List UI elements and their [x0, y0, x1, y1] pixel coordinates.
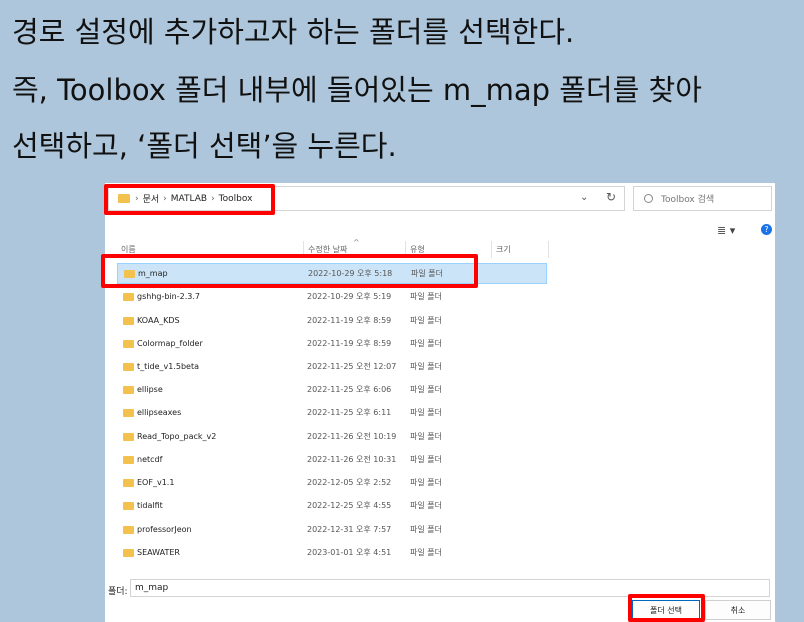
folder-icon: [123, 292, 134, 301]
list-item[interactable]: ellipseaxes 2022-11-25 오후 6:11 파일 폴더: [117, 402, 547, 423]
list-item[interactable]: SEAWATER 2023-01-01 오후 4:51 파일 폴더: [117, 542, 547, 563]
search-input[interactable]: Toolbox 검색: [633, 186, 772, 211]
instruction-line-3: 선택하고, ‘폴더 선택’을 누른다.: [12, 129, 397, 163]
folder-icon: [123, 501, 134, 510]
folder-icon: [123, 525, 134, 534]
chevron-down-icon[interactable]: ⌄: [580, 192, 588, 203]
highlight-breadcrumb: [104, 184, 275, 215]
list-item[interactable]: Read_Topo_pack_v2 2022-11-26 오전 10:19 파일…: [117, 426, 547, 447]
help-icon[interactable]: ?: [761, 224, 772, 235]
folder-icon: [123, 548, 134, 557]
list-item[interactable]: Colormap_folder 2022-11-19 오후 8:59 파일 폴더: [117, 333, 547, 354]
folder-icon: [123, 408, 134, 417]
folder-label: 폴더:: [108, 587, 128, 597]
list-item[interactable]: KOAA_KDS 2022-11-19 오후 8:59 파일 폴더: [117, 310, 547, 331]
cancel-button[interactable]: 취소: [705, 600, 771, 620]
view-options-icon[interactable]: ≣ ▾: [717, 224, 735, 237]
folder-icon: [123, 455, 134, 464]
list-item[interactable]: netcdf 2022-11-26 오전 10:31 파일 폴더: [117, 449, 547, 470]
list-item[interactable]: tidalfit 2022-12-25 오후 4:55 파일 폴더: [117, 495, 547, 516]
folder-icon: [123, 362, 134, 371]
list-item[interactable]: EOF_v1.1 2022-12-05 오후 2:52 파일 폴더: [117, 472, 547, 493]
instruction-line-2: 즉, Toolbox 폴더 내부에 들어있는 m_map 폴더를 찾아: [12, 73, 702, 107]
list-item[interactable]: gshhg-bin-2.3.7 2022-10-29 오후 5:19 파일 폴더: [117, 286, 547, 307]
search-placeholder: Toolbox 검색: [661, 195, 715, 205]
highlight-m-map-row: [101, 254, 478, 288]
column-header-size[interactable]: 크기: [492, 241, 549, 258]
folder-icon: [123, 316, 134, 325]
folder-icon: [123, 432, 134, 441]
folder-picker-dialog: › 문서 › MATLAB › Toolbox ⌄ ↻ Toolbox 검색 ≣…: [105, 183, 775, 622]
list-item[interactable]: professorJeon 2022-12-31 오후 7:57 파일 폴더: [117, 519, 547, 540]
highlight-select-button: [628, 594, 705, 622]
search-icon: [644, 194, 653, 203]
folder-icon: [123, 339, 134, 348]
refresh-icon[interactable]: ↻: [606, 190, 616, 204]
folder-icon: [123, 385, 134, 394]
list-item[interactable]: ellipse 2022-11-25 오후 6:06 파일 폴더: [117, 379, 547, 400]
instruction-line-1: 경로 설정에 추가하고자 하는 폴더를 선택한다.: [12, 15, 575, 49]
folder-icon: [123, 478, 134, 487]
list-item[interactable]: t_tide_v1.5beta 2022-11-25 오전 12:07 파일 폴…: [117, 356, 547, 377]
